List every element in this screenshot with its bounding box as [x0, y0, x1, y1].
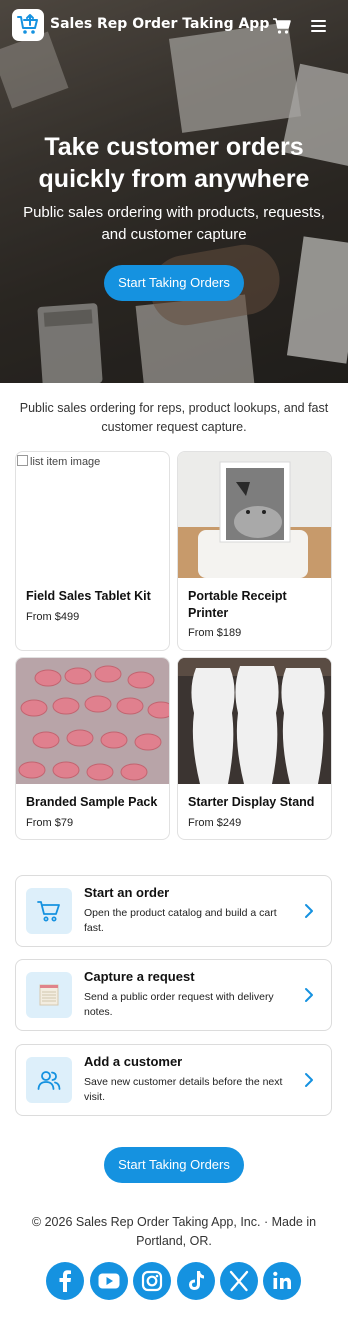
- app-title[interactable]: Sales Rep Order Taking App: [50, 16, 269, 32]
- hero-title: Take customer orders quickly from anywhe…: [38, 133, 310, 193]
- action-description: Send a public order request with deliver…: [84, 991, 274, 1018]
- product-price: From $249: [188, 817, 242, 829]
- top-nav: Sales Rep Order Taking App: [0, 0, 348, 52]
- tiktok-icon[interactable]: [177, 1262, 215, 1300]
- x-icon[interactable]: [220, 1262, 258, 1300]
- product-image: [16, 658, 169, 784]
- hero-subtitle: Public sales ordering with products, req…: [23, 204, 325, 243]
- hero-section: Sales Rep Order Taking App Take customer…: [0, 0, 348, 383]
- add-customer-action[interactable]: Add a customer Save new customer details…: [15, 1044, 332, 1116]
- footer-copyright: © 2026 Sales Rep Order Taking App, Inc. …: [31, 1215, 317, 1248]
- product-card[interactable]: Starter Display Stand From $249: [177, 657, 332, 840]
- product-image: [178, 452, 331, 578]
- chevron-right-icon: [305, 1073, 313, 1087]
- action-description: Open the product catalog and build a car…: [84, 907, 277, 934]
- chevron-right-icon: [305, 904, 313, 918]
- action-title: Start an order: [84, 885, 170, 900]
- product-price: From $499: [26, 611, 80, 623]
- action-title: Add a customer: [84, 1054, 183, 1069]
- users-icon: [26, 1057, 72, 1103]
- cart-upload-logo-icon[interactable]: [12, 9, 44, 41]
- product-image: list item image: [16, 452, 169, 578]
- action-title: Capture a request: [84, 969, 195, 984]
- product-name: Starter Display Stand: [188, 795, 315, 809]
- cart-icon: [26, 888, 72, 934]
- notepad-icon: [26, 972, 72, 1018]
- cart-icon[interactable]: [272, 16, 292, 36]
- start-taking-orders-button-bottom[interactable]: Start Taking Orders: [104, 1147, 244, 1183]
- product-card[interactable]: list item image Field Sales Tablet Kit F…: [15, 451, 170, 651]
- action-description: Save new customer details before the nex…: [84, 1076, 283, 1103]
- product-image: [178, 658, 331, 784]
- intro-text: Public sales ordering for reps, product …: [19, 401, 329, 434]
- start-taking-orders-button[interactable]: Start Taking Orders: [104, 265, 244, 301]
- broken-image-alt: list item image: [17, 455, 100, 468]
- linkedin-icon[interactable]: [263, 1262, 301, 1300]
- product-name: Branded Sample Pack: [26, 795, 158, 809]
- hamburger-menu-icon[interactable]: [309, 17, 329, 35]
- product-card[interactable]: Portable Receipt Printer From $189: [177, 451, 332, 651]
- product-name: Portable Receipt Printer: [188, 589, 287, 620]
- start-order-action[interactable]: Start an order Open the product catalog …: [15, 875, 332, 947]
- capture-request-action[interactable]: Capture a request Send a public order re…: [15, 959, 332, 1031]
- product-price: From $189: [188, 627, 242, 639]
- product-price: From $79: [26, 817, 74, 829]
- youtube-icon[interactable]: [90, 1262, 128, 1300]
- instagram-icon[interactable]: [133, 1262, 171, 1300]
- facebook-icon[interactable]: [46, 1262, 84, 1300]
- product-card[interactable]: Branded Sample Pack From $79: [15, 657, 170, 840]
- chevron-right-icon: [305, 988, 313, 1002]
- product-name: Field Sales Tablet Kit: [26, 589, 151, 603]
